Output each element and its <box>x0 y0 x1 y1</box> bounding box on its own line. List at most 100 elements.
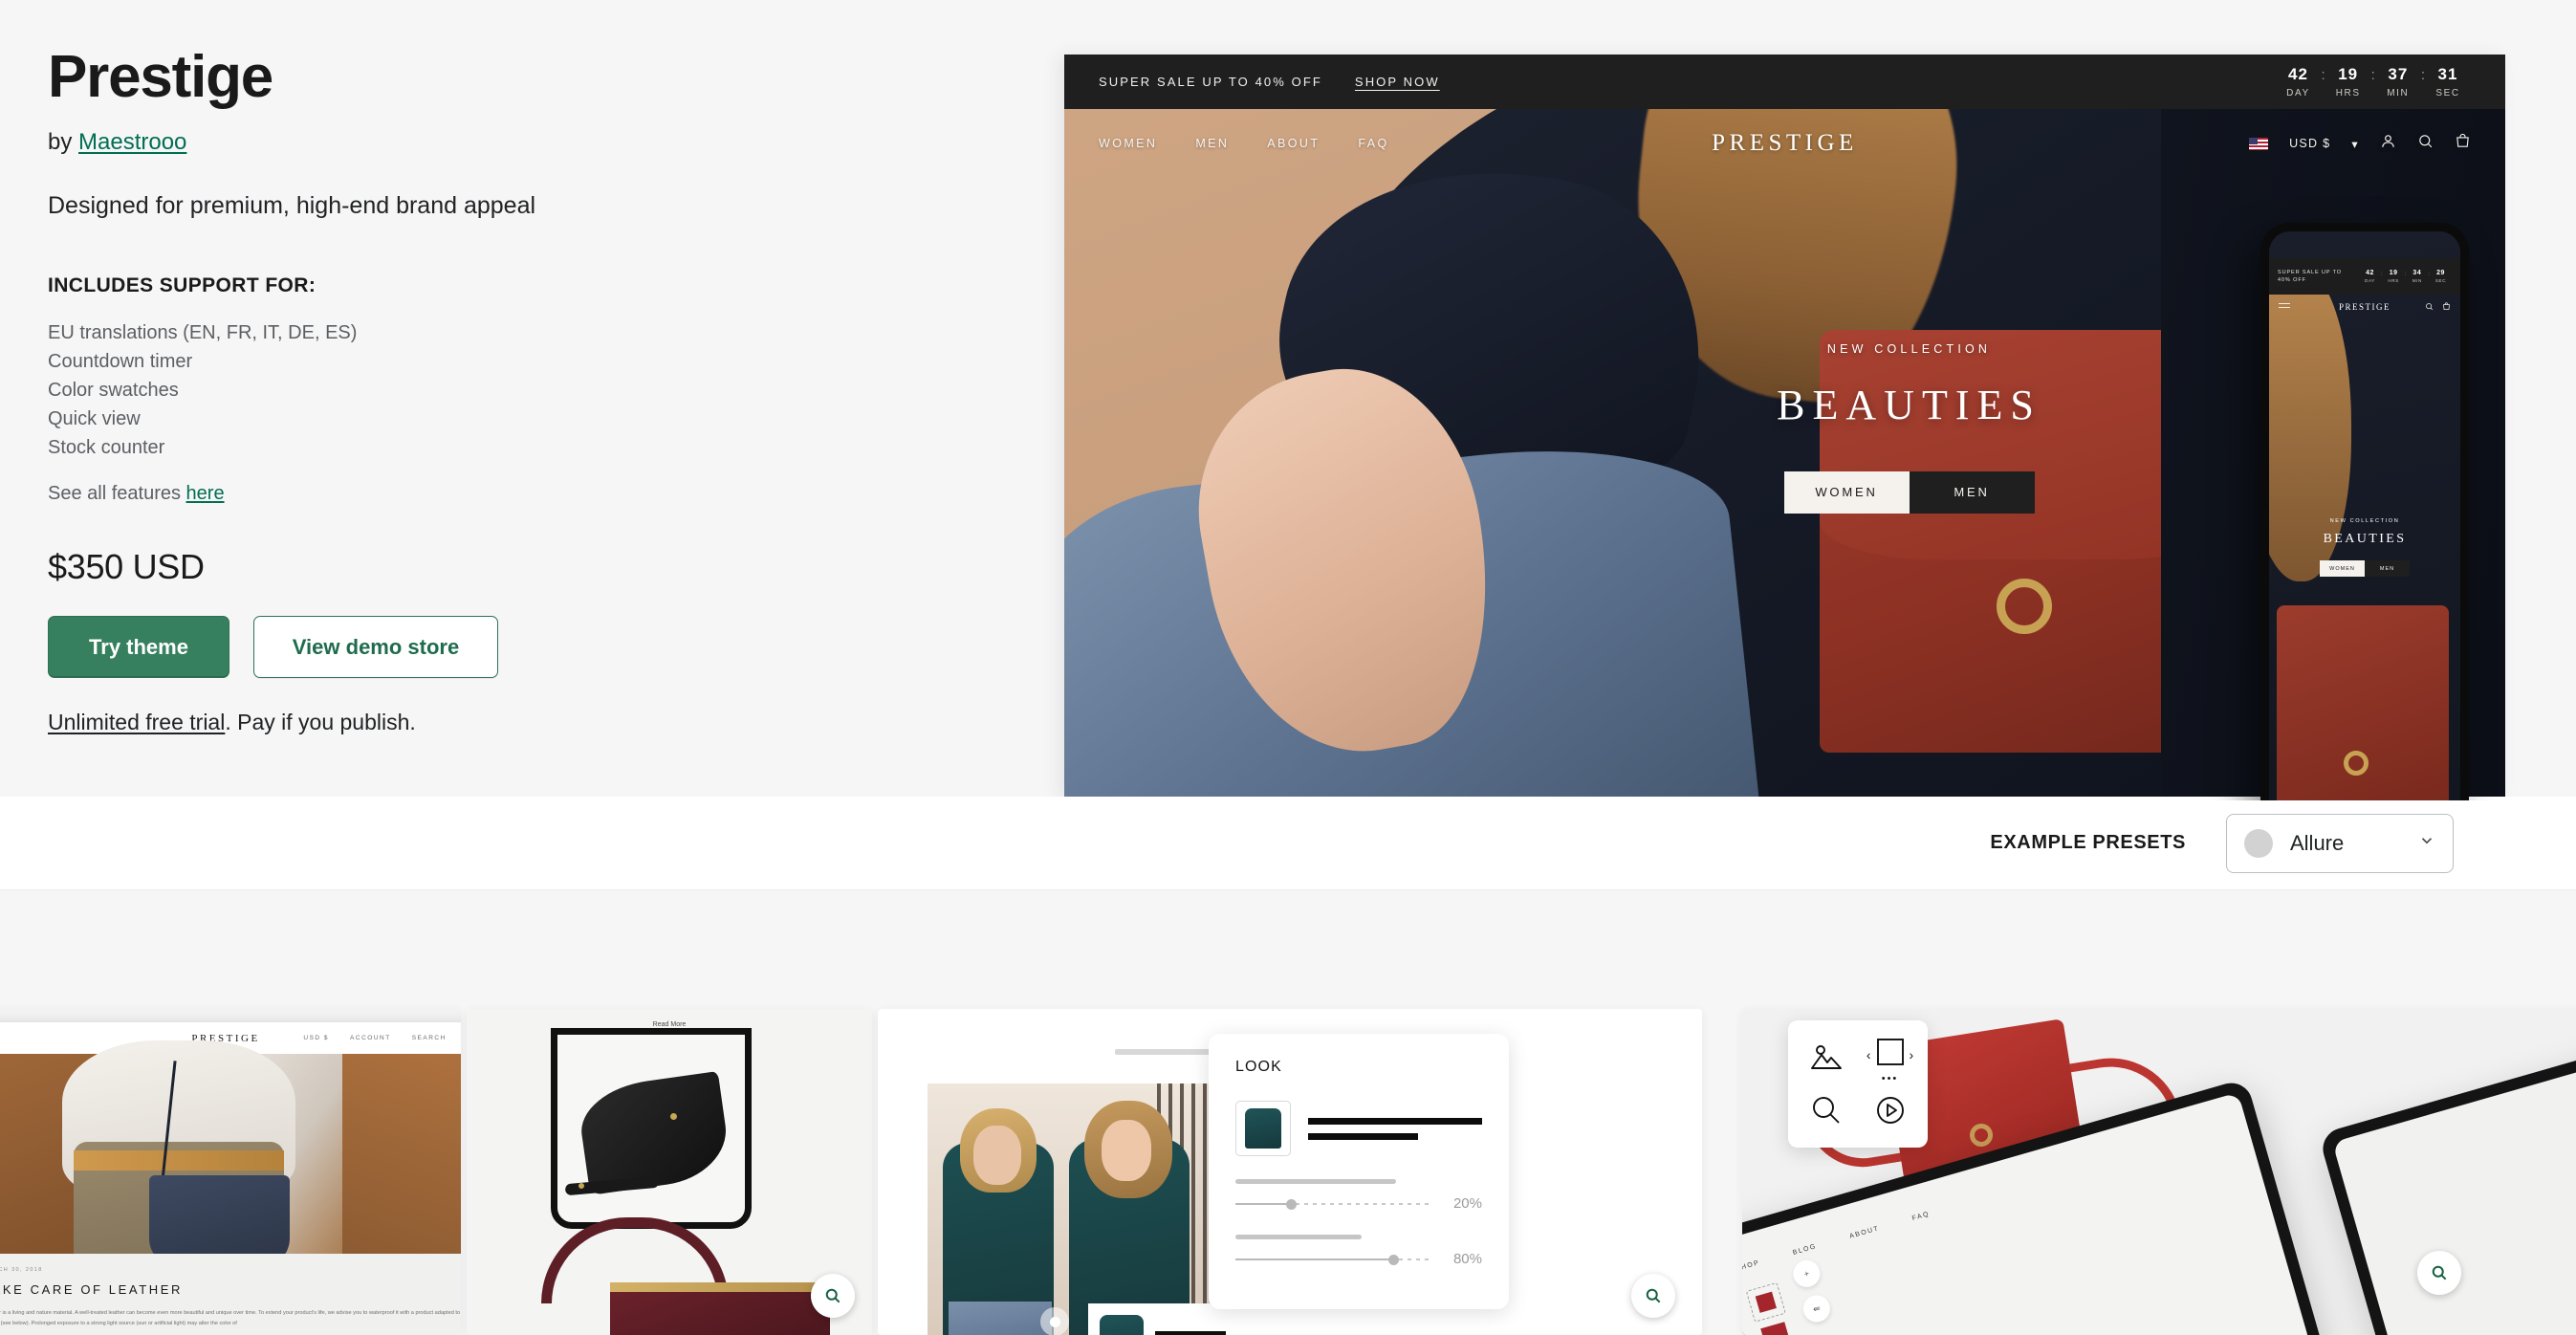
countdown-value: 37 <box>2388 64 2409 83</box>
preset-select[interactable]: Allure <box>2226 813 2454 873</box>
zoom-button[interactable] <box>811 1274 855 1318</box>
countdown-value: 34 <box>2412 270 2422 276</box>
mobile-mockup: SUPER SALE UP TO 40% OFF 42 DAY : 19 HRS <box>2260 223 2469 800</box>
view-demo-store-button[interactable]: View demo store <box>253 616 498 679</box>
slider-handle[interactable] <box>1285 1198 1297 1210</box>
slider-track[interactable] <box>1235 1198 1429 1210</box>
shop-now-link[interactable]: SHOP NOW <box>1355 75 1440 89</box>
countdown-unit-hrs: 19 HRS <box>2325 66 2371 98</box>
countdown-value: 19 <box>2389 270 2398 276</box>
currency-selector[interactable]: USD $ <box>303 1035 329 1041</box>
lookbook-photo <box>928 1083 1226 1335</box>
photo-jeans <box>949 1302 1052 1335</box>
blog-photo <box>0 1040 461 1279</box>
countdown-unit-sec: 31 SEC <box>2425 66 2471 98</box>
try-theme-button[interactable]: Try theme <box>48 616 229 679</box>
account-icon[interactable] <box>2380 133 2396 154</box>
photo-model-two-face <box>1102 1120 1151 1181</box>
photo-gold-stud <box>579 1183 584 1189</box>
currency-selector[interactable]: USD $ <box>2289 137 2330 150</box>
countdown-unit-sec: 29 SEC <box>2430 270 2452 283</box>
nav-item-men[interactable]: MEN <box>1195 137 1229 150</box>
blog-browser-mockup: OUT FAQ PRESTIGE USD $ ACCOUNT SEARCH CA… <box>0 1022 461 1335</box>
slider-track[interactable] <box>1235 1254 1429 1265</box>
gallery-card-blog[interactable]: OUT FAQ PRESTIGE USD $ ACCOUNT SEARCH CA… <box>0 1009 461 1335</box>
thumbnail[interactable] <box>1760 1322 1790 1335</box>
product-mockup: Read More <box>467 1009 872 1335</box>
zoom-button[interactable] <box>2417 1251 2461 1295</box>
gallery-card-lookbook[interactable]: LOOK 20% 80% <box>878 1009 1702 1335</box>
chevron-down-icon: ▾ <box>2351 137 2359 151</box>
slider-row: 20% <box>1235 1195 1482 1212</box>
countdown-unit-hrs: 19 HRS <box>2383 270 2405 283</box>
mobile-store-logo: PRESTIGE <box>2338 302 2391 312</box>
look-product-row <box>1235 1101 1482 1156</box>
shoppable-hotspot[interactable] <box>1040 1307 1069 1335</box>
author-link[interactable]: Maestrooo <box>78 129 186 155</box>
gallery-card-tablet[interactable]: ‹ × › <box>1742 1009 2576 1335</box>
placeholder-line <box>1155 1330 1226 1335</box>
hamburger-menu-icon[interactable] <box>2279 303 2290 311</box>
slider-handle[interactable] <box>1387 1254 1399 1265</box>
mobile-screen: SUPER SALE UP TO 40% OFF 42 DAY : 19 HRS <box>2269 231 2460 800</box>
photo-wood-right <box>342 1054 461 1274</box>
nav-item-about[interactable]: ABOUT <box>1267 137 1320 150</box>
mobile-hero-title: BEAUTIES <box>2323 532 2407 546</box>
blog-post-title: TAKE CARE OF LEATHER <box>0 1282 183 1297</box>
example-presets-label: EXAMPLE PRESETS <box>1990 832 2186 853</box>
nav-item-about[interactable]: ABOUT <box>1849 1225 1881 1240</box>
nav-item-shop[interactable]: SHOP <box>1742 1259 1760 1273</box>
nav-item-faq[interactable]: FAQ <box>1911 1211 1931 1222</box>
account-link[interactable]: ACCOUNT <box>350 1035 391 1041</box>
nav-item-faq[interactable]: FAQ <box>1358 137 1388 150</box>
screenshot-gallery: OUT FAQ PRESTIGE USD $ ACCOUNT SEARCH CA… <box>0 1009 2576 1335</box>
carousel-prev-icon[interactable]: ‹ <box>1867 1047 1871 1062</box>
countdown-label: DAY <box>2286 87 2310 98</box>
cart-icon[interactable] <box>2455 133 2471 154</box>
countdown-label: MIN <box>2412 278 2422 283</box>
zoom-feature <box>1811 1095 1842 1130</box>
nav-item-women[interactable]: WOMEN <box>1099 137 1157 150</box>
example-presets-bar: EXAMPLE PRESETS Allure <box>0 797 2576 890</box>
cart-icon[interactable] <box>1742 1243 1745 1262</box>
placeholder-line <box>1308 1117 1482 1125</box>
photo-model-one-face <box>973 1126 1021 1185</box>
carousel-control: ‹ › <box>1867 1038 1913 1071</box>
look-product-thumbnail <box>1235 1101 1291 1156</box>
phone-frame <box>551 1028 752 1229</box>
zoom-button[interactable] <box>1631 1274 1675 1318</box>
list-item: EU translations (EN, FR, IT, DE, ES) <box>48 322 358 344</box>
see-all-features: See all features here <box>48 483 1023 505</box>
blog-post-excerpt: Leather is a living and nature material.… <box>0 1310 461 1327</box>
tablet-thumbnail-strip <box>1745 1281 1796 1335</box>
mobile-announcement-text: SUPER SALE UP TO 40% OFF <box>2278 269 2342 283</box>
search-icon[interactable] <box>2417 133 2434 154</box>
nav-item-blog[interactable]: BLOG <box>1792 1243 1818 1257</box>
play-icon <box>1875 1095 1906 1130</box>
unlimited-free-trial-link[interactable]: Unlimited free trial <box>48 710 225 734</box>
preview-navigation-bar: WOMEN MEN ABOUT FAQ PRESTIGE USD $ ▾ <box>1064 109 2505 178</box>
search-icon[interactable] <box>2425 298 2434 316</box>
hero-women-button[interactable]: WOMEN <box>1783 471 1910 514</box>
hero-men-button[interactable]: MEN <box>1909 471 2035 514</box>
gallery-card-product[interactable]: Read More <box>467 1009 872 1335</box>
us-flag-icon <box>2249 137 2269 150</box>
shoppable-tooltip <box>1088 1303 1226 1335</box>
nav-item-faq[interactable]: FAQ <box>0 1035 2 1041</box>
thumbnail-selected[interactable] <box>1745 1281 1786 1323</box>
theme-preview-image[interactable]: SUPER SALE UP TO 40% OFF SHOP NOW 42 DAY… <box>1064 55 2505 800</box>
media-feature-panel: ‹ › ••• <box>1788 1020 1928 1148</box>
preview-announcement-bar: SUPER SALE UP TO 40% OFF SHOP NOW 42 DAY… <box>1064 55 2505 109</box>
theme-tagline: Designed for premium, high-end brand app… <box>48 192 536 220</box>
search-link[interactable]: SEARCH <box>412 1035 447 1041</box>
carousel-next-icon[interactable]: › <box>1910 1047 1914 1062</box>
cart-icon[interactable] <box>2442 298 2451 316</box>
image-icon <box>1810 1043 1843 1077</box>
mobile-navigation-bar: PRESTIGE <box>2269 295 2460 319</box>
byline-prefix: by <box>48 129 79 156</box>
read-more-link[interactable]: Read More <box>653 1021 687 1028</box>
mobile-hero-women-button[interactable]: WOMEN <box>2320 560 2365 577</box>
carousel-frame-icon <box>1876 1038 1905 1071</box>
mobile-hero-men-button[interactable]: MEN <box>2365 560 2410 577</box>
see-all-features-link[interactable]: here <box>186 483 225 504</box>
